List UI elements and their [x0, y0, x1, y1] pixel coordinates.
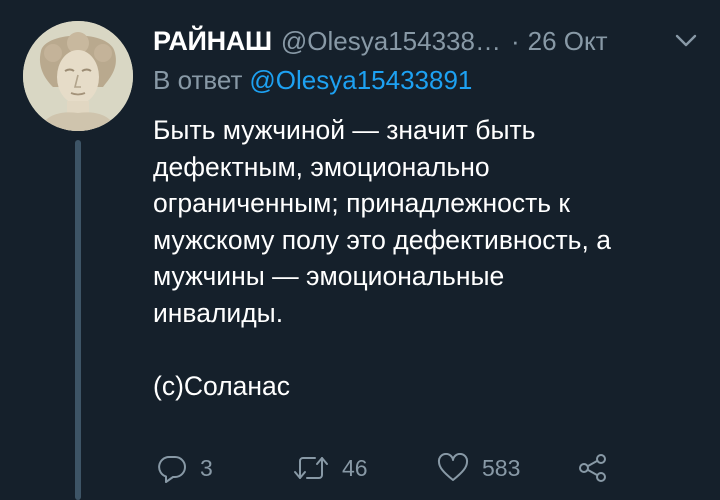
reply-icon	[158, 456, 186, 483]
reply-button[interactable]: 3	[157, 448, 213, 488]
reply-prefix: В ответ	[153, 64, 243, 95]
reply-handle-link[interactable]: @Olesya15433891	[249, 65, 472, 96]
action-bar: 3 46 583	[153, 448, 713, 488]
tweet-header: РАЙНАШ @Olesya154338… · 26 Окт	[153, 23, 703, 59]
retweet-button[interactable]: 46	[293, 448, 368, 488]
display-name[interactable]: РАЙНАШ	[153, 26, 272, 57]
user-handle[interactable]: @Olesya154338…	[281, 26, 501, 57]
retweet-count: 46	[342, 454, 368, 481]
timestamp[interactable]: 26 Окт	[528, 26, 608, 57]
classical-bust-avatar	[23, 21, 133, 131]
tweet-text: Быть мужчиной — значит быть дефектным, э…	[153, 115, 611, 401]
like-count: 583	[482, 454, 521, 481]
retweet-icon	[294, 457, 328, 479]
chevron-down-icon[interactable]	[675, 34, 697, 48]
share-button[interactable]	[577, 448, 609, 488]
tweet[interactable]: РАЙНАШ @Olesya154338… · 26 Окт В ответ @…	[0, 0, 720, 500]
avatar[interactable]	[23, 21, 133, 131]
reply-context: В ответ @Olesya15433891	[153, 62, 472, 98]
separator-dot: ·	[510, 25, 520, 56]
share-icon	[579, 454, 606, 482]
heart-icon	[437, 453, 469, 481]
like-button[interactable]: 583	[437, 448, 520, 488]
thread-line	[75, 140, 81, 500]
reply-count: 3	[200, 454, 213, 481]
